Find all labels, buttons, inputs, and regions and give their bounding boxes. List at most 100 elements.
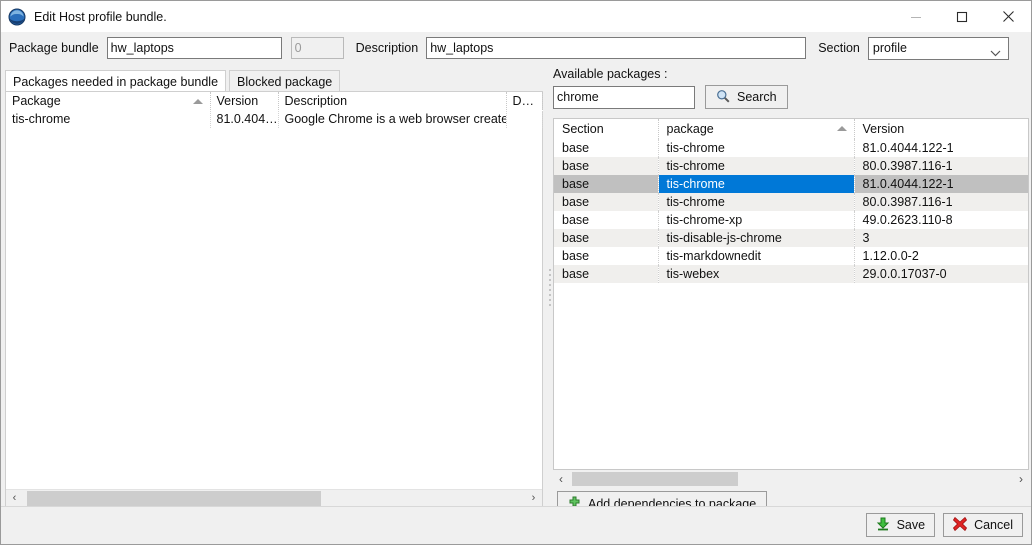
description-label: Description	[355, 41, 419, 55]
available-packages-label: Available packages :	[553, 67, 668, 81]
cell-package: tis-chrome	[658, 139, 855, 157]
left-scroll-track[interactable]	[23, 489, 525, 507]
table-row[interactable]: base tis-webex 29.0.0.17037-0	[554, 265, 1028, 283]
column-header-version[interactable]: Version	[210, 92, 279, 111]
cell-section: base	[554, 229, 659, 247]
save-button[interactable]: Save	[865, 513, 936, 537]
column-header-package[interactable]: package	[658, 119, 855, 139]
right-panel: Available packages : Search	[553, 67, 1029, 516]
right-scroll-track[interactable]	[569, 471, 1013, 487]
cell-version: 81.0.4044.122-1	[854, 175, 1028, 193]
table-row-selected[interactable]: base tis-chrome 81.0.4044.122-1	[554, 175, 1028, 193]
cell-version: 1.12.0.0-2	[854, 247, 1028, 265]
cell-package: tis-markdownedit	[658, 247, 855, 265]
cell-description: Google Chrome is a web browser created b…	[278, 110, 507, 128]
table-row[interactable]: base tis-chrome 80.0.3987.116-1	[554, 193, 1028, 211]
cell-section: base	[554, 193, 659, 211]
cell-version: 29.0.0.17037-0	[854, 265, 1028, 283]
scroll-left-arrow-icon[interactable]: ‹	[553, 471, 569, 487]
section-select[interactable]: profile	[867, 36, 1009, 60]
title-bar: Edit Host profile bundle.	[1, 1, 1031, 32]
dialog-footer: Save Cancel	[1, 506, 1031, 544]
scroll-left-arrow-icon[interactable]: ‹	[6, 490, 23, 507]
cell-section: base	[554, 139, 659, 157]
table-header-row: Section package Version	[554, 119, 1028, 139]
bundle-counter-input[interactable]	[290, 37, 344, 59]
package-bundle-input[interactable]	[106, 37, 282, 59]
column-header-version[interactable]: Version	[854, 119, 1028, 139]
cancel-button[interactable]: Cancel	[943, 513, 1023, 537]
cell-extra	[506, 110, 543, 128]
table-row[interactable]: base tis-chrome 80.0.3987.116-1	[554, 157, 1028, 175]
table-row[interactable]: base tis-chrome 81.0.4044.122-1	[554, 139, 1028, 157]
column-header-package-label: package	[666, 122, 714, 136]
sort-ascending-icon	[192, 99, 203, 104]
cell-version: 80.0.3987.116-1	[854, 157, 1028, 175]
column-header-package[interactable]: Package	[6, 92, 211, 111]
cell-package: tis-webex	[658, 265, 855, 283]
table-header-row: Package Version Description D…	[6, 92, 543, 111]
cell-package: tis-chrome-xp	[658, 211, 855, 229]
description-input[interactable]	[426, 37, 807, 59]
section-select-value: profile	[872, 41, 907, 55]
column-header-package-label: Package	[12, 93, 61, 108]
cell-version: 3	[854, 229, 1028, 247]
chevron-down-icon	[990, 46, 1001, 60]
cell-section: base	[554, 157, 659, 175]
right-horizontal-scrollbar[interactable]: ‹ ›	[553, 471, 1029, 487]
save-download-icon	[876, 517, 890, 534]
tab-packages-needed[interactable]: Packages needed in package bundle	[5, 70, 227, 92]
cancel-button-label: Cancel	[974, 518, 1013, 532]
app-logo-icon	[8, 8, 26, 26]
left-horizontal-scrollbar[interactable]: ‹ ›	[6, 489, 542, 507]
tab-packages-needed-label: Packages needed in package bundle	[13, 74, 219, 89]
search-input[interactable]	[553, 85, 695, 109]
available-packages-table-wrap: Section package Version base tis-chrome …	[553, 118, 1029, 470]
cell-version: 81.0.404…	[210, 110, 279, 128]
cancel-x-icon	[953, 516, 968, 534]
search-button-label: Search	[737, 90, 777, 104]
available-packages-table: Section package Version base tis-chrome …	[554, 119, 1028, 283]
section-label: Section	[818, 41, 860, 55]
cell-version: 49.0.2623.110-8	[854, 211, 1028, 229]
search-button[interactable]: Search	[705, 85, 788, 109]
cell-section: base	[554, 211, 659, 229]
table-row[interactable]: base tis-chrome-xp 49.0.2623.110-8	[554, 211, 1028, 229]
package-bundle-label: Package bundle	[9, 41, 99, 55]
search-icon	[716, 89, 730, 106]
left-scroll-thumb[interactable]	[27, 490, 321, 506]
cell-package: tis-chrome	[658, 175, 855, 193]
cell-package: tis-chrome	[6, 110, 211, 128]
tab-blocked-package-label: Blocked package	[237, 74, 333, 89]
packages-needed-table: Package Version Description D… tis-chrom…	[6, 92, 543, 128]
maximize-button[interactable]	[939, 1, 985, 32]
available-packages-body: base tis-chrome 81.0.4044.122-1 base tis…	[554, 139, 1028, 283]
left-tab-row: Packages needed in package bundle Blocke…	[5, 69, 341, 92]
dialog-window: Edit Host profile bundle. Package bundle…	[0, 0, 1032, 545]
close-button[interactable]	[985, 1, 1031, 32]
cell-version: 81.0.4044.122-1	[854, 139, 1028, 157]
cell-section: base	[554, 265, 659, 283]
bundle-form-bar: Package bundle Description Section profi…	[1, 32, 1031, 64]
footer-buttons: Save Cancel	[865, 513, 1023, 537]
column-header-extra[interactable]: D…	[506, 92, 543, 111]
cell-section: base	[554, 175, 659, 193]
cell-package: tis-chrome	[658, 193, 855, 211]
right-scroll-thumb[interactable]	[572, 472, 738, 486]
scroll-right-arrow-icon[interactable]: ›	[1013, 471, 1029, 487]
column-header-description[interactable]: Description	[278, 92, 507, 111]
table-row[interactable]: base tis-disable-js-chrome 3	[554, 229, 1028, 247]
cell-package: tis-chrome	[658, 157, 855, 175]
table-row[interactable]: tis-chrome 81.0.404… Google Chrome is a …	[6, 110, 543, 128]
left-panel: Packages needed in package bundle Blocke…	[5, 69, 543, 507]
table-row[interactable]: base tis-markdownedit 1.12.0.0-2	[554, 247, 1028, 265]
cell-version: 80.0.3987.116-1	[854, 193, 1028, 211]
left-tab-pane: Package Version Description D… tis-chrom…	[5, 91, 543, 507]
column-header-section[interactable]: Section	[554, 119, 659, 139]
search-row: Search	[553, 85, 1029, 109]
scroll-right-arrow-icon[interactable]: ›	[525, 490, 542, 507]
save-button-label: Save	[896, 518, 926, 532]
minimize-button[interactable]	[893, 1, 939, 32]
window-controls	[893, 1, 1031, 32]
tab-blocked-package[interactable]: Blocked package	[229, 70, 341, 92]
